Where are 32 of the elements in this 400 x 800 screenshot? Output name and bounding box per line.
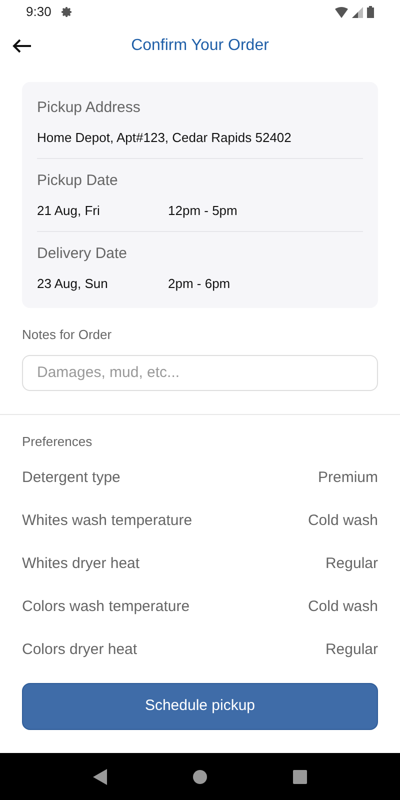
recents-nav-icon[interactable] bbox=[293, 770, 307, 784]
time-range: 12pm - 5pm bbox=[168, 202, 238, 220]
preference-value: Premium bbox=[318, 468, 378, 488]
settings-icon bbox=[61, 6, 74, 18]
battery-icon bbox=[367, 6, 374, 18]
field-value: Home Depot, Apt#123, Cedar Rapids 52402 bbox=[37, 128, 292, 147]
status-time: 9:30 bbox=[26, 3, 52, 22]
signal-icon bbox=[352, 6, 363, 18]
field-label: Pickup Address bbox=[37, 98, 142, 118]
page-title: Confirm Your Order bbox=[131, 36, 269, 56]
preference-label: Whites wash temperature bbox=[22, 511, 192, 532]
preference-label: Colors dryer heat bbox=[22, 640, 138, 660]
field-value: 23 Aug, Sun bbox=[37, 274, 109, 293]
home-nav-icon[interactable] bbox=[193, 770, 207, 784]
back-arrow-icon[interactable] bbox=[12, 39, 32, 53]
preference-label: Whites dryer heat bbox=[22, 554, 140, 574]
preference-label: Colors wash temperature bbox=[22, 597, 190, 618]
schedule-pickup-button[interactable]: Schedule pickup bbox=[22, 683, 378, 730]
preference-label: Detergent type bbox=[22, 468, 120, 488]
time-range: 2pm - 6pm bbox=[168, 274, 230, 293]
notes-input-field[interactable]: Damages, mud, etc... bbox=[22, 354, 378, 390]
preference-value: Cold wash bbox=[308, 597, 378, 618]
notes-label: Notes for Order bbox=[22, 326, 113, 344]
back-nav-icon[interactable] bbox=[93, 768, 107, 784]
preferences-heading: Preferences bbox=[22, 432, 94, 450]
wifi-icon bbox=[335, 6, 348, 18]
preference-value: Regular bbox=[325, 554, 378, 574]
field-label: Pickup Date bbox=[37, 171, 119, 191]
field-label: Delivery Date bbox=[37, 244, 128, 264]
preference-value: Cold wash bbox=[308, 511, 378, 532]
field-value: 21 Aug, Fri bbox=[37, 202, 101, 220]
preference-value: Regular bbox=[325, 640, 378, 660]
